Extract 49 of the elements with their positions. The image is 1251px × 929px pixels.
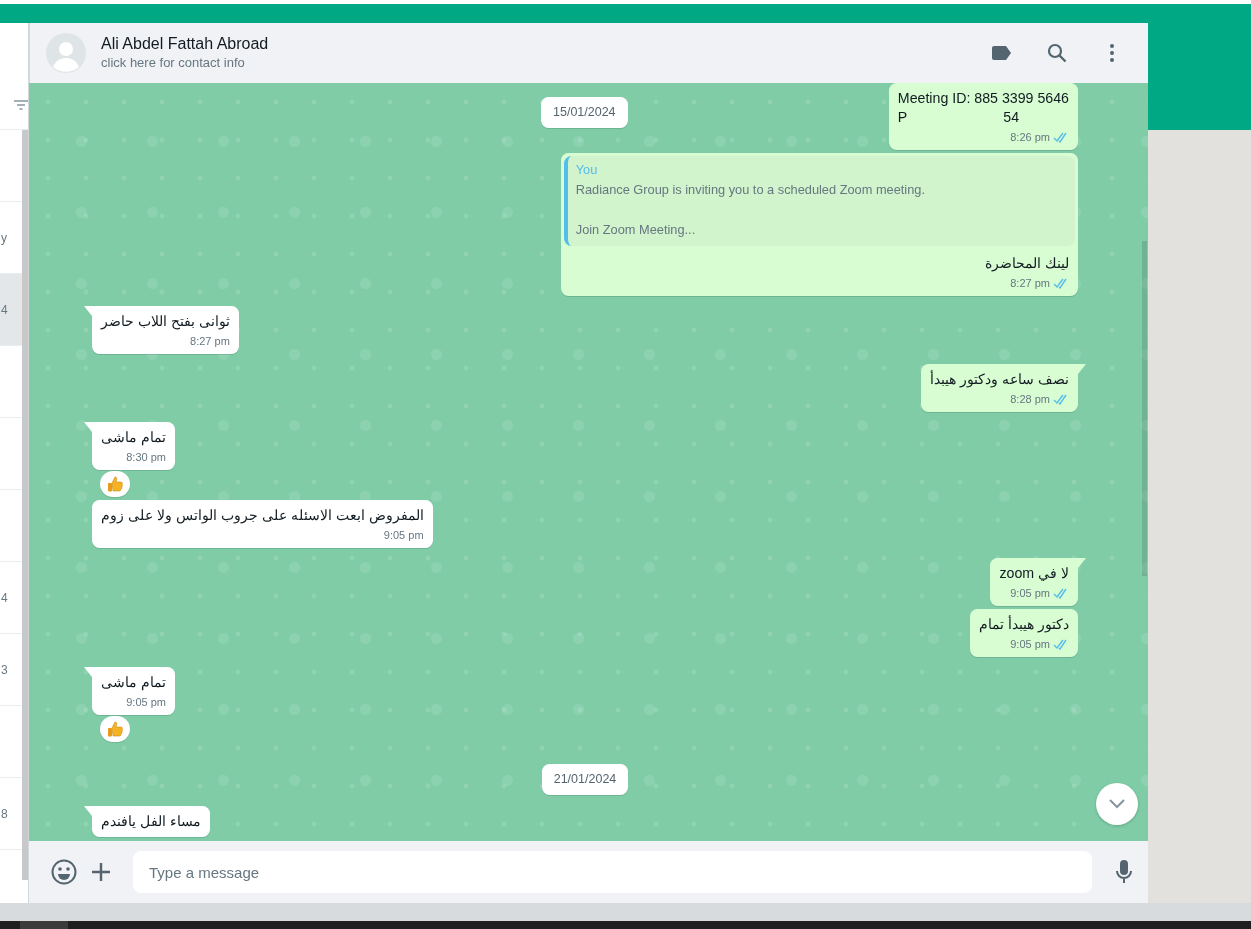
message-time: 8:27 pm: [1010, 276, 1050, 290]
message-text: P: [897, 108, 908, 127]
chevron-down-icon: [1109, 799, 1125, 809]
chat-item-text: y: [1, 229, 7, 247]
message-time: 9:05 pm: [1010, 637, 1050, 651]
message-text: نصف ساعه ودكتور هيبدأ: [930, 370, 1069, 389]
message-text: ثوانى بفتح اللاب حاضر: [101, 312, 230, 331]
message-text: تمام ماشى: [101, 673, 166, 692]
message-time: 8:30 pm: [126, 450, 166, 464]
message-time: 8:26 pm: [1010, 130, 1050, 144]
message-time: 9:05 pm: [126, 695, 166, 709]
message-text: مساء الفل يافندم: [101, 811, 201, 831]
quoted-message[interactable]: You Radiance Group is inviting you to a scheduled Zoom meeting. Join Zoom Meeting...: [563, 156, 1075, 246]
message-text: لينك المحاضرة: [984, 254, 1069, 273]
quote-author: You: [575, 161, 599, 179]
quote-text: Join Zoom Meeting...: [575, 221, 697, 239]
contact-name[interactable]: Ali Abdel Fattah Abroad: [101, 34, 967, 54]
emoji-icon[interactable]: [51, 859, 77, 885]
contact-info-link[interactable]: click here for contact info: [101, 54, 967, 72]
thumbs-up-icon[interactable]: [107, 476, 123, 492]
message-time: 9:05 pm: [1010, 586, 1050, 600]
microphone-icon[interactable]: [1116, 860, 1132, 884]
message-text: المفروض ابعت الاسئله على جروب الواتس ولا على زوم: [101, 506, 424, 525]
scroll-down-button[interactable]: [1096, 783, 1138, 825]
message-text: لا في zoom: [999, 564, 1069, 583]
date-chip: 21/01/2024: [541, 764, 629, 795]
reaction-badge[interactable]: [100, 716, 130, 742]
message-input[interactable]: Type a message: [133, 851, 1092, 893]
message-time: 9:05 pm: [383, 528, 424, 542]
chat-item-text: 4: [1, 301, 8, 319]
message-time: 8:27 pm: [190, 334, 230, 348]
add-icon[interactable]: [91, 862, 111, 882]
message-text: تمام ماشى: [101, 428, 166, 447]
quote-text: Radiance Group is inviting you to a scheduled Zoom meeting.: [575, 181, 925, 199]
scrollbar[interactable]: [22, 130, 28, 880]
chat-item-text: 4: [1, 589, 8, 607]
date-chip: 15/01/2024: [541, 97, 628, 128]
message-text: 54: [1003, 108, 1020, 127]
reaction-badge[interactable]: [100, 471, 130, 497]
message-time: 8:28 pm: [1010, 392, 1050, 406]
chat-item-text: 3: [1, 661, 8, 679]
message-text: دكتور هيبدأ تمام: [979, 615, 1069, 634]
filter-icon[interactable]: [14, 100, 28, 110]
message-text: Meeting ID: 885 3399 5646: [897, 89, 1069, 108]
avatar-icon[interactable]: [46, 33, 86, 73]
chat-item-text: 8: [1, 805, 8, 823]
thumbs-up-icon[interactable]: [107, 721, 123, 737]
scrollbar[interactable]: [1142, 241, 1147, 576]
chat-list-item[interactable]: 4: [0, 274, 22, 346]
